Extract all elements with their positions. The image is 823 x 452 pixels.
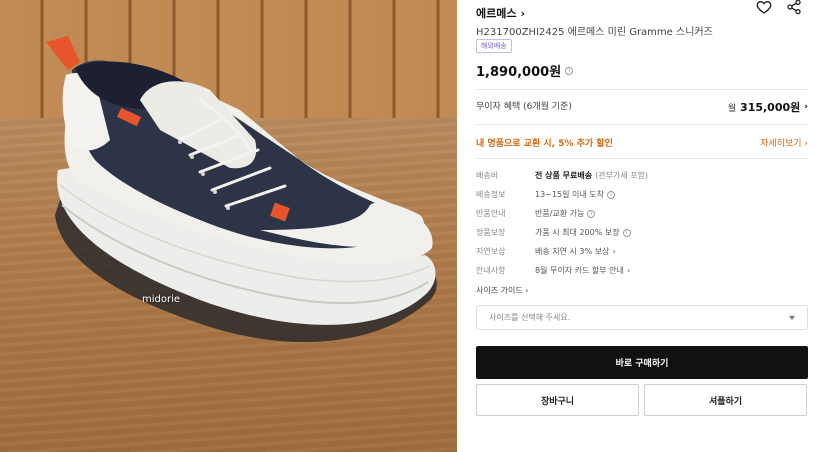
watermark-text: midorie: [142, 294, 181, 305]
info-icon[interactable]: i: [565, 66, 574, 75]
spec-key: 반품안내: [476, 209, 506, 218]
monthly-label: 월: [727, 103, 737, 114]
interest-free-row[interactable]: 무이자 혜택 (6개월 기준) 월 315,000원 ›: [476, 99, 808, 115]
heart-icon[interactable]: [756, 0, 772, 15]
share-icon[interactable]: [786, 0, 802, 15]
details-link-label: 자세히보기: [760, 139, 802, 149]
divider: [476, 124, 808, 125]
product-photo: midorie: [0, 0, 457, 452]
spec-row-delay-compensation[interactable]: 지연보상 배송 지연 시 3% 보상 ›: [476, 246, 808, 257]
spec-value-main: 가품 시 최대 200% 보장: [535, 228, 620, 237]
spec-value-main: 배송 지연 시 3% 보상: [535, 247, 610, 256]
product-title: H231700ZHI2425 에르메스 미린 Gramme 스니커즈: [476, 27, 713, 38]
buy-now-button[interactable]: 바로 구매하기: [476, 346, 808, 379]
interest-free-amount: 월 315,000원 ›: [728, 99, 808, 115]
info-icon[interactable]: i: [622, 228, 631, 237]
spec-value-main: 반품/교환 가능: [535, 209, 585, 218]
info-icon[interactable]: i: [587, 209, 596, 218]
spec-value: 반품/교환 가능 i: [535, 208, 596, 219]
chevron-right-icon: ›: [525, 286, 529, 295]
spec-row-authenticity: 정품보장 가품 시 최대 200% 보장 i: [476, 227, 808, 238]
monthly-value: 315,000원: [740, 101, 801, 114]
cart-button[interactable]: 장바구니: [476, 384, 639, 416]
caret-down-icon: [789, 315, 795, 320]
chevron-right-icon: ›: [626, 266, 631, 275]
spec-key: 정품보장: [476, 228, 506, 237]
spec-key: 지연보상: [476, 247, 506, 256]
product-price: 1,890,000원: [476, 65, 562, 80]
overseas-shipping-badge: 해외배송: [476, 39, 512, 53]
size-select[interactable]: 사이즈를 선택해 주세요.: [476, 305, 808, 330]
price-row: 1,890,000원 i: [476, 61, 574, 80]
spec-row-return: 반품안내 반품/교환 가능 i: [476, 208, 808, 219]
spec-value: 배송 지연 시 3% 보상 ›: [535, 246, 616, 257]
spec-value: 13~15일 이내 도착 i: [535, 189, 615, 200]
sneaker-image: [46, 36, 437, 343]
interest-free-label: 무이자 혜택 (6개월 기준): [476, 102, 572, 112]
spec-value: 8월 무이자 카드 할부 안내 ›: [535, 265, 630, 276]
spec-key: 배송비: [476, 171, 499, 180]
spec-value-main: 8월 무이자 카드 할부 안내: [535, 266, 624, 275]
spec-value: 전 상품 무료배송 (관부가세 포함): [535, 170, 648, 181]
spec-value: 가품 시 최대 200% 보장 i: [535, 227, 631, 238]
size-select-placeholder: 사이즈를 선택해 주세요.: [489, 313, 571, 322]
spec-row-shipping-fee: 배송비 전 상품 무료배송 (관부가세 포함): [476, 170, 808, 181]
divider: [476, 158, 808, 159]
chevron-right-icon: ›: [520, 6, 526, 20]
shuffle-button[interactable]: 셔플하기: [644, 384, 807, 416]
chevron-right-icon: ›: [804, 102, 808, 112]
info-icon[interactable]: i: [606, 190, 615, 199]
size-guide-label: 사이즈 가이드: [476, 286, 523, 295]
action-icons: [756, 0, 802, 15]
size-guide-link[interactable]: 사이즈 가이드 ›: [476, 285, 528, 296]
spec-key: 안내사항: [476, 266, 506, 275]
product-info-panel: 에르메스 › H231700ZHI2425 에르메스 미린 Gramme 스니커…: [476, 0, 808, 452]
divider: [476, 89, 808, 90]
chevron-right-icon: ›: [804, 139, 808, 149]
brand-name: 에르메스: [476, 7, 517, 20]
spec-value-main: 13~15일 이내 도착: [535, 190, 604, 199]
spec-row-notice[interactable]: 안내사항 8월 무이자 카드 할부 안내 ›: [476, 265, 808, 276]
spec-row-delivery-info: 배송정보 13~15일 이내 도착 i: [476, 189, 808, 200]
brand-link[interactable]: 에르메스 ›: [476, 5, 525, 21]
chevron-right-icon: ›: [612, 247, 616, 256]
spec-key: 배송정보: [476, 190, 506, 199]
brand-row: 에르메스 ›: [476, 0, 808, 21]
spec-value-sub: (관부가세 포함): [595, 171, 649, 180]
spec-value-main: 전 상품 무료배송: [535, 171, 593, 180]
exchange-discount-label: 내 명품으로 교환 시, 5% 추가 할인: [476, 139, 613, 149]
details-link[interactable]: 자세히보기 ›: [760, 136, 808, 149]
exchange-discount-row: 내 명품으로 교환 시, 5% 추가 할인 자세히보기 ›: [476, 136, 808, 149]
